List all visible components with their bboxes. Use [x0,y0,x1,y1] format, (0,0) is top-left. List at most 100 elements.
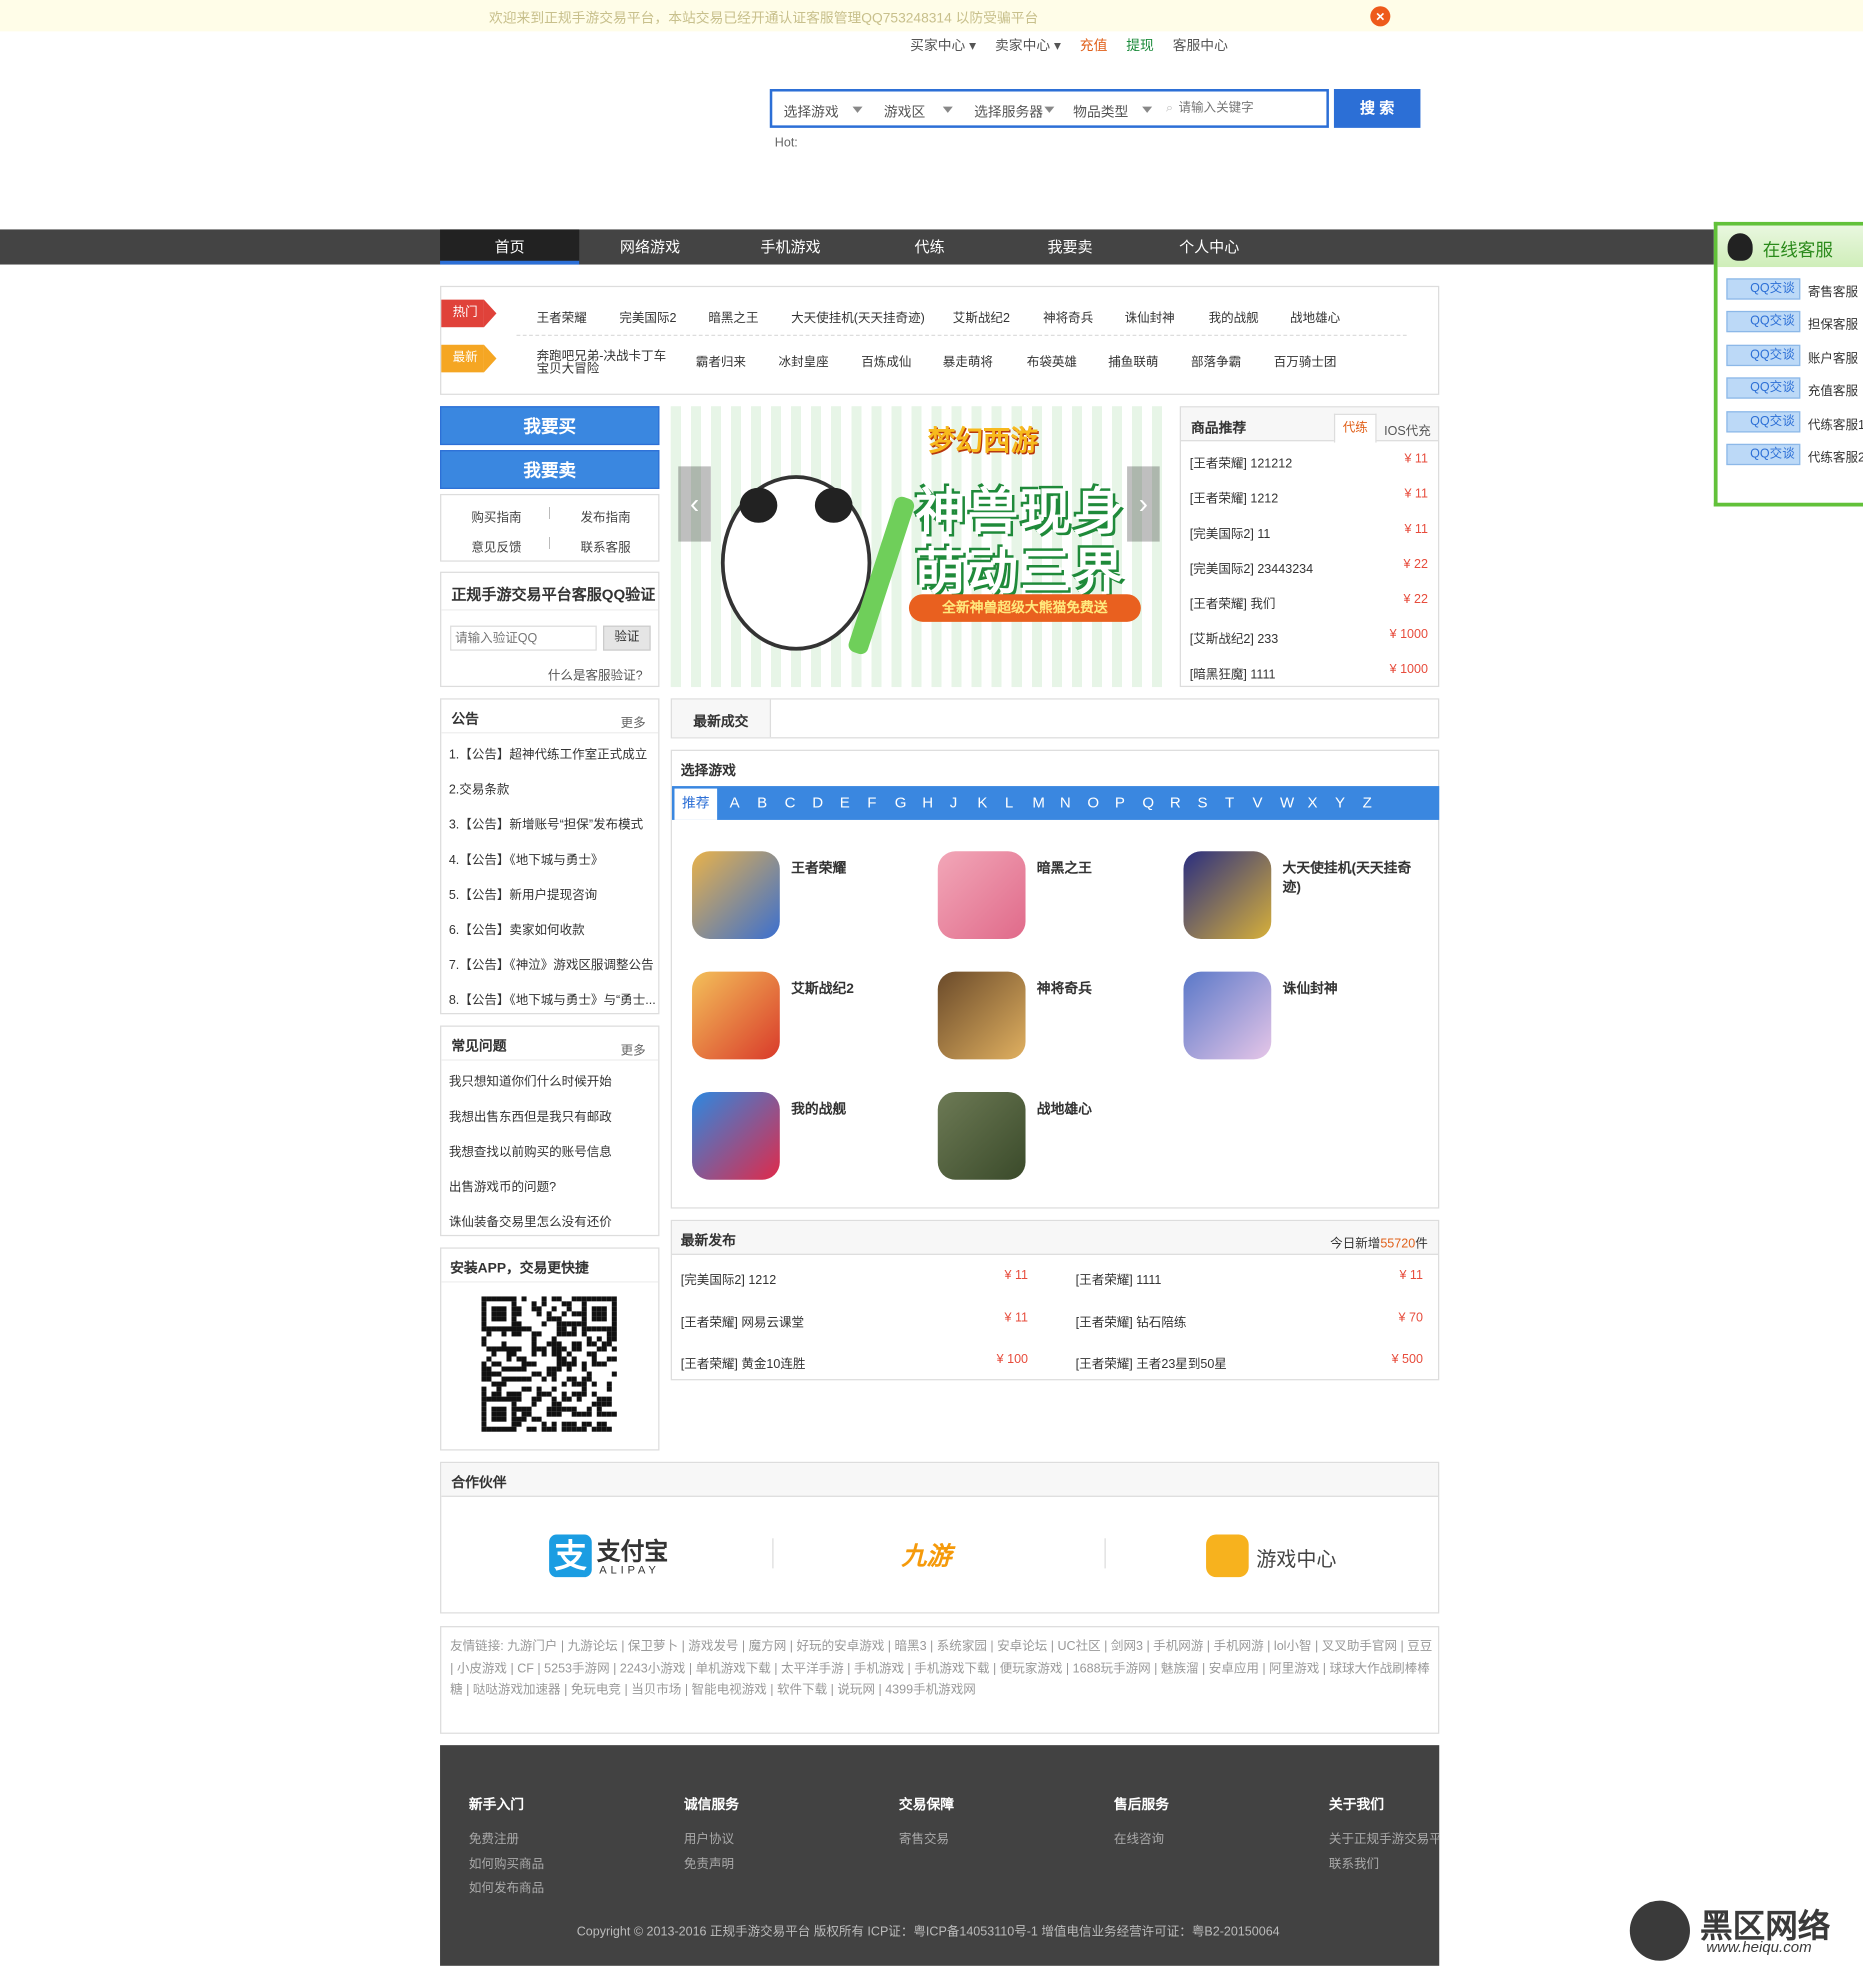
game-icon[interactable] [1183,851,1272,940]
announce-item[interactable]: 5.【公告】新用户提现咨询 [449,884,656,903]
nav-mobile-games[interactable]: 手机游戏 [721,229,860,264]
letter-filter-item[interactable]: K [977,794,987,812]
qq-chat-button[interactable]: QQ交谈 [1726,443,1801,466]
announce-item[interactable]: 8.【公告】《地下城与勇士》与“勇士... [449,989,656,1008]
qq-chat-button[interactable]: QQ交谈 [1726,344,1801,366]
letter-filter-item[interactable]: V [1253,794,1263,812]
game-icon[interactable] [692,1091,780,1180]
publish-item[interactable]: [王者荣耀] 钻石陪练 [1076,1311,1187,1330]
game-icon[interactable] [692,971,780,1060]
letter-filter-item[interactable]: B [757,794,767,812]
hot-link[interactable]: 王者荣耀 [537,307,587,326]
announce-item[interactable]: 4.【公告】《地下城与勇士》 [449,849,656,868]
letter-filter-item[interactable]: E [840,794,850,812]
jiuyou-logo[interactable]: 九游 [901,1536,951,1572]
recommend-item[interactable]: [王者荣耀] 1212 [1190,488,1279,507]
game-icon[interactable] [937,971,1026,1060]
deals-title[interactable]: 最新成交 [693,711,748,731]
letter-filter-item[interactable]: L [1005,794,1013,812]
latest-link[interactable]: 百炼成仙 [861,351,911,370]
type-select[interactable]: 物品类型 [1073,102,1128,122]
hot-link[interactable]: 神将奇兵 [1043,307,1093,326]
game-name[interactable]: 战地雄心 [1037,1101,1175,1120]
qq-chat-button[interactable]: QQ交谈 [1726,278,1801,300]
letter-filter-item[interactable]: H [922,794,933,812]
footer-link[interactable]: 免责声明 [684,1852,734,1871]
announce-item[interactable]: 2.交易条款 [449,779,656,798]
nav-home[interactable]: 首页 [440,229,580,265]
recommend-item[interactable]: [完美国际2] 23443234 [1190,558,1313,577]
tab-ios-recharge[interactable]: IOS代充 [1384,420,1431,439]
announce-more-link[interactable]: 更多 [621,712,646,731]
letter-filter-item[interactable]: X [1308,794,1318,812]
game-name[interactable]: 神将奇兵 [1037,980,1175,999]
qq-chat-button[interactable]: QQ交谈 [1726,311,1801,333]
contact-link[interactable]: 联系客服 [580,537,630,556]
hot-link[interactable]: 暗黑之王 [708,307,758,326]
publish-item[interactable]: [王者荣耀] 1111 [1076,1269,1162,1288]
qq-chat-button[interactable]: QQ交谈 [1726,377,1801,399]
search-input[interactable] [1178,97,1323,120]
seller-center-link[interactable]: 卖家中心 ▾ [995,39,1061,54]
latest-link[interactable]: 部落争霸 [1191,351,1241,370]
letter-filter-item[interactable]: D [812,794,823,812]
footer-link[interactable]: 联系我们 [1329,1852,1379,1871]
game-name[interactable]: 我的战舰 [791,1101,929,1120]
hot-link[interactable]: 诛仙封神 [1125,307,1175,326]
letter-filter-item[interactable]: J [950,794,958,812]
announce-item[interactable]: 1.【公告】超神代练工作室正式成立 [449,743,656,762]
recommend-item[interactable]: [完美国际2] 11 [1190,523,1271,542]
server-select[interactable]: 选择服务器 [974,102,1043,122]
latest-link[interactable]: 布袋英雄 [1027,351,1077,370]
letter-filter-item[interactable]: Z [1363,794,1372,812]
friend-links-text[interactable]: 友情链接: 九游门户 | 九游论坛 | 保卫萝卜 | 游戏发号 | 魔方网 | … [450,1636,1433,1702]
verify-help-link[interactable]: 什么是客服验证? [548,664,643,683]
game-center-logo-icon[interactable] [1206,1534,1249,1578]
game-select[interactable]: 选择游戏 [784,102,839,122]
footer-link[interactable]: 免费注册 [469,1828,519,1847]
search-button[interactable]: 搜 索 [1333,89,1421,128]
hot-link[interactable]: 我的战舰 [1209,307,1259,326]
latest-link[interactable]: 百万骑士团 [1274,351,1337,370]
service-center-link[interactable]: 客服中心 [1173,39,1228,54]
recommend-item[interactable]: [王者荣耀] 我们 [1190,593,1276,612]
footer-link[interactable]: 寄售交易 [899,1828,949,1847]
letter-filter-item[interactable]: S [1197,794,1207,812]
nav-online-games[interactable]: 网络游戏 [580,229,719,264]
latest-link[interactable]: 冰封皇座 [779,351,829,370]
nav-boost[interactable]: 代练 [860,229,999,264]
announce-item[interactable]: 6.【公告】卖家如何收款 [449,919,656,938]
sell-button[interactable]: 我要卖 [440,450,660,489]
letter-filter-item[interactable]: P [1115,794,1125,812]
letter-filter-item[interactable]: N [1060,794,1071,812]
tab-recommend[interactable]: 推荐 [674,788,718,820]
letter-filter-item[interactable]: T [1225,794,1234,812]
publish-guide-link[interactable]: 发布指南 [580,506,630,526]
announce-item[interactable]: 7.【公告】《神泣》游戏区服调整公告 [449,954,656,973]
buyer-center-link[interactable]: 买家中心 ▾ [910,39,976,54]
game-name[interactable]: 王者荣耀 [791,860,929,879]
latest-link[interactable]: 奔跑吧兄弟-决战卡丁车宝贝大冒险 [537,350,669,376]
hot-link[interactable]: 大天使挂机(天天挂奇迹) [791,307,925,326]
qq-input[interactable] [450,625,597,651]
nav-sell[interactable]: 我要卖 [1000,229,1139,264]
footer-link[interactable]: 如何发布商品 [469,1877,544,1896]
letter-filter-item[interactable]: F [867,794,876,812]
recommend-item[interactable]: [艾斯战纪2] 233 [1190,628,1279,647]
game-icon[interactable] [692,851,780,940]
faq-item[interactable]: 我想查找以前购买的账号信息 [449,1141,656,1160]
latest-link[interactable]: 捕鱼联萌 [1108,351,1158,370]
letter-filter-item[interactable]: G [895,794,907,812]
faq-item[interactable]: 出售游戏币的问题? [449,1176,656,1195]
recharge-link[interactable]: 充值 [1080,39,1108,54]
alipay-logo-icon[interactable]: 支 [549,1534,592,1578]
publish-item[interactable]: [完美国际2] 1212 [681,1269,776,1288]
letter-filter-item[interactable]: Q [1142,794,1154,812]
qq-chat-button[interactable]: QQ交谈 [1726,410,1801,433]
game-name[interactable]: 诛仙封神 [1283,980,1421,999]
letter-filter-item[interactable]: R [1170,794,1181,812]
game-icon[interactable] [1183,971,1272,1060]
footer-link[interactable]: 关于正规手游交易平台 [1329,1828,1439,1847]
game-name[interactable]: 大天使挂机(天天挂奇迹) [1283,860,1421,898]
area-select[interactable]: 游戏区 [884,102,925,122]
